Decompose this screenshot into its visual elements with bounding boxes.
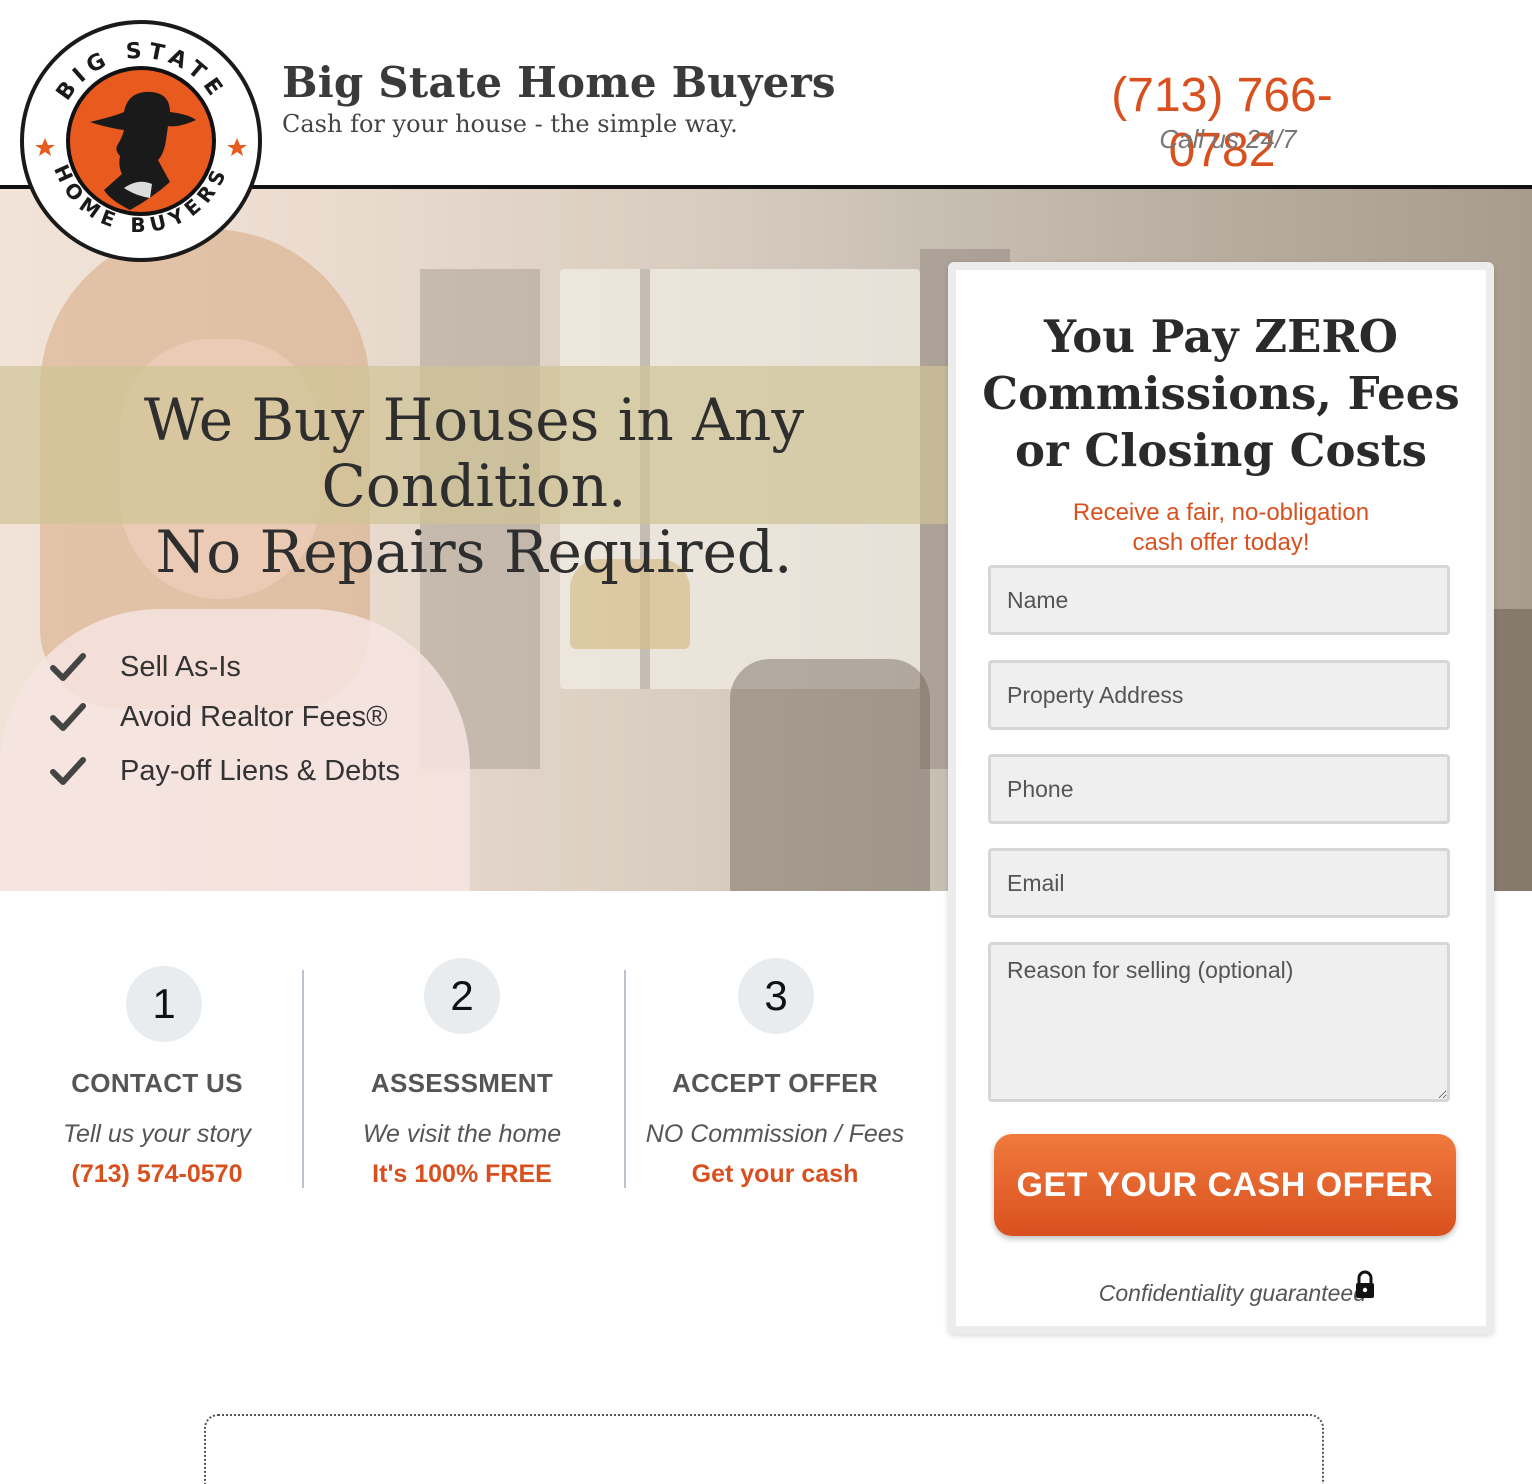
- confidentiality-text: Confidentiality guaranteed: [1098, 1280, 1366, 1306]
- step-desc: We visit the home: [362, 1120, 562, 1148]
- phone-input[interactable]: [988, 754, 1450, 824]
- step-link: It's 100% FREE: [372, 1160, 552, 1188]
- bottom-content-box: [204, 1414, 1324, 1484]
- step-divider: [302, 970, 304, 1188]
- step-desc: Tell us your story: [62, 1120, 252, 1148]
- form-title-line: or Closing Costs: [1015, 424, 1427, 477]
- benefit-item: Sell As-Is: [50, 647, 470, 687]
- email-input[interactable]: [988, 848, 1450, 918]
- reason-textarea[interactable]: [988, 942, 1450, 1102]
- step-title: CONTACT US: [71, 1068, 243, 1098]
- brand-tagline: Cash for your house - the simple way.: [282, 110, 738, 138]
- property-address-input[interactable]: [988, 660, 1450, 730]
- name-input[interactable]: [988, 565, 1450, 635]
- form-title: You Pay ZERO Commissions, Fees or Closin…: [956, 308, 1486, 479]
- form-title-line: You Pay ZERO: [1044, 310, 1398, 363]
- step-title: ACCEPT OFFER: [672, 1068, 878, 1098]
- cash-offer-form-card: You Pay ZERO Commissions, Fees or Closin…: [948, 262, 1494, 1334]
- checkmark-icon: [50, 653, 86, 681]
- chair: [730, 659, 930, 891]
- right-chair: [1494, 609, 1532, 891]
- checkmark-icon: [50, 757, 86, 785]
- logo-badge: BIG STATE HOME BUYERS: [20, 20, 262, 262]
- headline-line-1: We Buy Houses in Any Condition.: [143, 386, 805, 520]
- form-subtitle: Receive a fair, no-obligation cash offer…: [956, 498, 1486, 558]
- step-desc: NO Commission / Fees: [645, 1120, 905, 1148]
- step-title: ASSESSMENT: [370, 1068, 554, 1098]
- call-note: Call us 24/7: [1159, 124, 1297, 154]
- step-number: 1: [126, 966, 202, 1042]
- step-number: 2: [424, 958, 500, 1034]
- form-subtitle-line: cash offer today!: [1132, 529, 1310, 556]
- benefit-text: Pay-off Liens & Debts: [120, 754, 400, 787]
- checkmark-icon: [50, 703, 86, 731]
- hero-headline: We Buy Houses in Any Condition. No Repai…: [0, 387, 948, 585]
- get-cash-offer-button[interactable]: GET YOUR CASH OFFER: [994, 1134, 1456, 1236]
- benefit-item: Pay-off Liens & Debts: [50, 751, 470, 791]
- brand-name[interactable]: Big State Home Buyers: [282, 58, 836, 107]
- benefit-text: Sell As-Is: [120, 650, 241, 683]
- benefit-text: Avoid Realtor Fees®: [120, 700, 388, 733]
- form-subtitle-line: Receive a fair, no-obligation: [1072, 499, 1370, 526]
- header-phone-link[interactable]: (713) 766-0782: [1060, 68, 1384, 178]
- headline-line-2: No Repairs Required.: [155, 518, 793, 586]
- step-link: Get your cash: [691, 1160, 859, 1188]
- step-number: 3: [738, 958, 814, 1034]
- benefit-item: Avoid Realtor Fees®: [50, 697, 470, 737]
- form-title-line: Commissions, Fees: [982, 367, 1460, 420]
- lock-icon: [1356, 1270, 1374, 1298]
- logo[interactable]: BIG STATE HOME BUYERS: [20, 20, 262, 262]
- step-phone-link[interactable]: (713) 574-0570: [7, 1160, 307, 1189]
